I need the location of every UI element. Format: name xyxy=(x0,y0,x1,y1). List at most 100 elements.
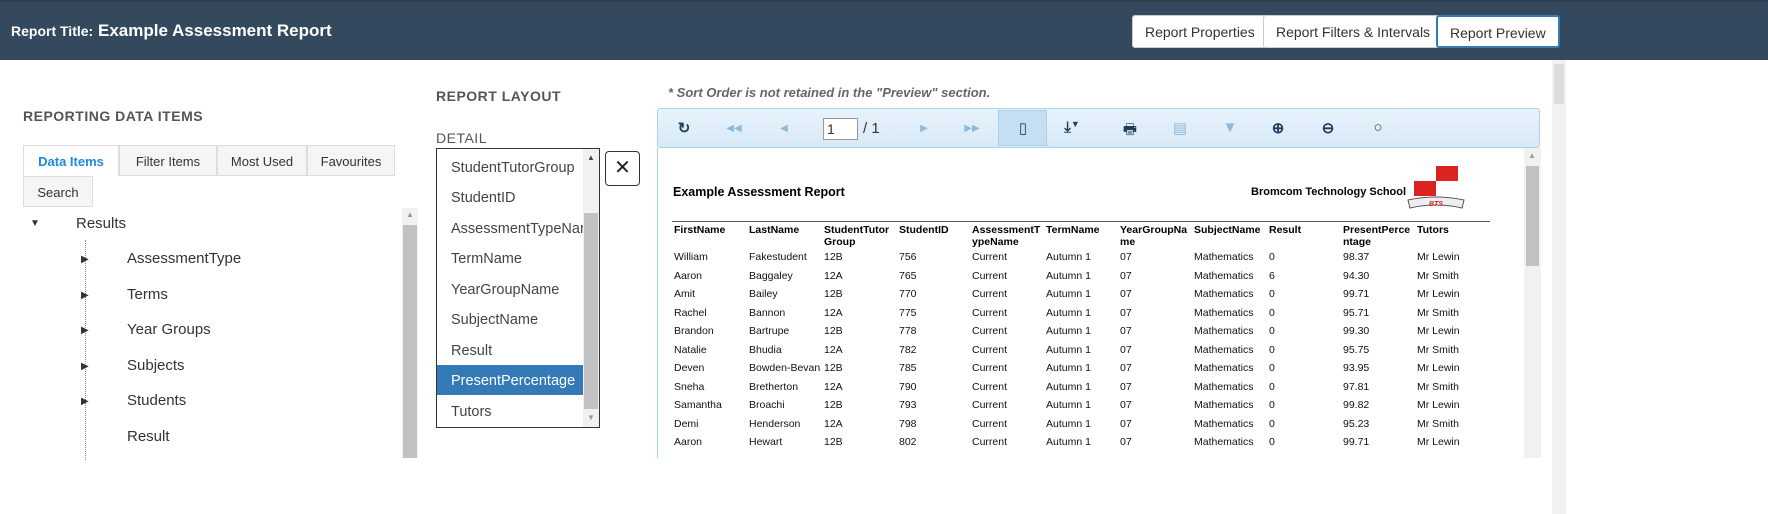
table-cell: Current xyxy=(972,251,1008,263)
table-cell: Autumn 1 xyxy=(1046,343,1091,356)
tree-node-students[interactable]: Students xyxy=(127,392,186,409)
zoom-out-icon[interactable]: ⊖ xyxy=(1316,119,1340,137)
table-cell: 97.81 xyxy=(1343,380,1370,393)
remove-field-button[interactable]: ✕ xyxy=(605,151,640,186)
expand-icon[interactable]: ▶ xyxy=(81,396,89,407)
prev-page-icon[interactable]: ◀ xyxy=(772,123,796,134)
tree-node-terms[interactable]: Terms xyxy=(127,286,168,303)
table-cell: 99.71 xyxy=(1343,436,1370,448)
print-icon[interactable]: 🖶 xyxy=(1118,119,1142,144)
table-cell: 782 xyxy=(899,343,917,356)
field-item[interactable]: StudentTutorGroup xyxy=(437,152,583,182)
tab-data-items[interactable]: Data Items xyxy=(23,145,119,176)
table-cell: Bannon xyxy=(749,306,786,319)
field-item[interactable]: Result xyxy=(437,335,583,365)
table-cell: 99.30 xyxy=(1343,325,1370,337)
table-cell: Natalie xyxy=(674,343,707,356)
table-cell: Deven xyxy=(674,362,705,374)
table-cell: Autumn 1 xyxy=(1046,251,1091,263)
tree-node-results[interactable]: Results xyxy=(76,215,126,232)
table-cell: Autumn 1 xyxy=(1046,380,1091,393)
page-view-button[interactable]: ▯ xyxy=(998,110,1047,146)
table-cell: Current xyxy=(972,417,1008,430)
export-icon[interactable]: ⤓▼ xyxy=(1060,119,1084,136)
field-item-selected[interactable]: PresentPercentage xyxy=(437,365,583,395)
fields-scrollbar[interactable]: ▲ ▼ xyxy=(583,149,599,427)
filter-icon[interactable]: ▼ xyxy=(1218,119,1242,136)
table-cell: Current xyxy=(972,380,1008,393)
column-header: StudentTutor Group xyxy=(824,224,890,248)
field-item[interactable]: StudentID xyxy=(437,182,583,212)
table-cell: 07 xyxy=(1120,288,1132,300)
table-cell: Sneha xyxy=(674,380,705,393)
expand-icon[interactable]: ▶ xyxy=(81,254,89,265)
table-cell: Mr Smith xyxy=(1417,380,1459,393)
table-cell: Mathematics xyxy=(1194,417,1254,430)
table-cell: Aaron xyxy=(674,436,703,448)
reporting-data-items-heading: REPORTING DATA ITEMS xyxy=(23,108,204,124)
table-cell: Current xyxy=(972,306,1008,319)
detail-label: DETAIL xyxy=(436,130,487,146)
tree-node-assessmenttype[interactable]: AssessmentType xyxy=(127,250,241,267)
table-cell: 778 xyxy=(899,325,917,337)
column-header: Tutors xyxy=(1417,224,1449,236)
tab-favourites[interactable]: Favourites xyxy=(307,145,395,176)
page-scrollbar[interactable] xyxy=(1552,60,1566,514)
table-cell: 0 xyxy=(1269,399,1275,411)
report-layout-heading: REPORT LAYOUT xyxy=(436,88,561,104)
table-cell: Autumn 1 xyxy=(1046,288,1091,300)
table-cell: 07 xyxy=(1120,325,1132,337)
last-page-icon[interactable]: ▶▶ xyxy=(960,123,984,134)
report-filters-button[interactable]: Report Filters & Intervals xyxy=(1263,15,1444,48)
table-cell: Bowden-Bevan xyxy=(749,362,821,374)
expand-icon[interactable]: ▶ xyxy=(81,325,89,336)
tree-scrollbar[interactable]: ▲ xyxy=(402,208,418,458)
field-item[interactable]: Tutors xyxy=(437,396,583,426)
table-cell: Current xyxy=(972,343,1008,356)
field-item[interactable]: YearGroupName xyxy=(437,274,583,304)
column-header: Result xyxy=(1269,224,1302,236)
next-page-icon[interactable]: ▶ xyxy=(912,123,936,134)
table-cell: Autumn 1 xyxy=(1046,362,1091,374)
tree-node-year-groups[interactable]: Year Groups xyxy=(127,321,211,338)
tab-most-used[interactable]: Most Used xyxy=(217,145,307,176)
first-page-icon[interactable]: ◀◀ xyxy=(722,123,746,134)
table-cell: 95.75 xyxy=(1343,343,1370,356)
document-map-icon[interactable]: ▤ xyxy=(1168,119,1192,137)
report-properties-button[interactable]: Report Properties xyxy=(1132,15,1268,48)
page-number-input[interactable]: 1 xyxy=(823,118,858,140)
collapse-icon[interactable]: ▼ xyxy=(30,218,40,229)
report-scrollbar[interactable]: ▲ xyxy=(1524,148,1541,458)
table-cell: 793 xyxy=(899,399,917,411)
field-item[interactable]: TermName xyxy=(437,243,583,273)
table-cell: 99.82 xyxy=(1343,399,1370,411)
table-cell: Current xyxy=(972,288,1008,300)
expand-icon[interactable]: ▶ xyxy=(81,361,89,372)
refresh-icon[interactable]: ↻ xyxy=(672,119,696,137)
report-fields-listbox[interactable]: StudentTutorGroup StudentID AssessmentTy… xyxy=(436,148,600,428)
page-total: / 1 xyxy=(863,120,880,137)
table-cell: 12A xyxy=(824,417,843,430)
zoom-in-icon[interactable]: ⊕ xyxy=(1266,119,1290,137)
expand-icon[interactable]: ▶ xyxy=(81,290,89,301)
tree-node-subjects[interactable]: Subjects xyxy=(127,357,185,374)
field-item[interactable]: AssessmentTypeName xyxy=(437,213,583,243)
table-cell: Autumn 1 xyxy=(1046,436,1091,448)
table-cell: Rachel xyxy=(674,306,707,319)
table-cell: Current xyxy=(972,362,1008,374)
report-preview-button[interactable]: Report Preview xyxy=(1436,15,1560,48)
table-cell: Mr Lewin xyxy=(1417,436,1460,448)
field-item[interactable]: SubjectName xyxy=(437,304,583,334)
table-cell: 95.71 xyxy=(1343,306,1370,319)
table-cell: 07 xyxy=(1120,343,1132,356)
tree-node-result[interactable]: Result xyxy=(127,428,170,445)
table-cell: Bailey xyxy=(749,288,778,300)
tab-search[interactable]: Search xyxy=(23,176,93,207)
table-cell: Bhudia xyxy=(749,343,782,356)
table-cell: Autumn 1 xyxy=(1046,399,1091,411)
table-cell: William xyxy=(674,251,708,263)
tab-filter-items[interactable]: Filter Items xyxy=(119,145,217,176)
table-cell: 12A xyxy=(824,306,843,319)
table-cell: 12A xyxy=(824,269,843,282)
zoom-icon[interactable]: ○ xyxy=(1366,119,1390,136)
